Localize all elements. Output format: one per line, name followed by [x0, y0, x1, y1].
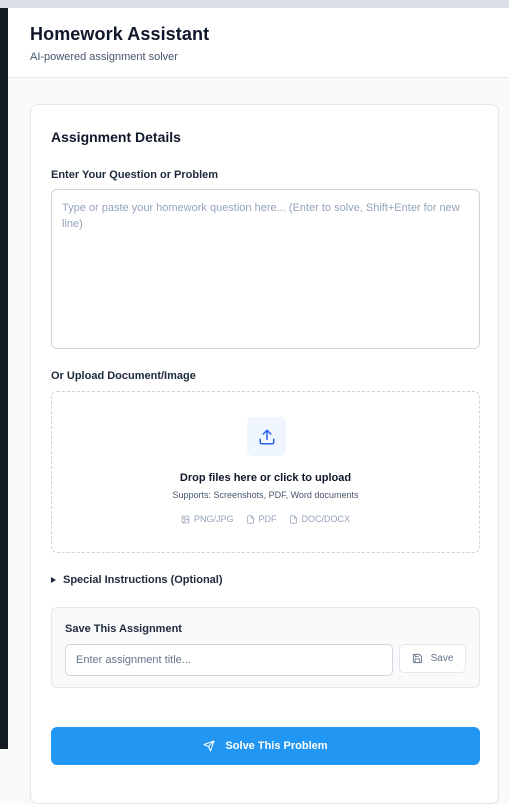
upload-supports-text: Supports: Screenshots, PDF, Word documen… — [172, 490, 359, 500]
save-panel-title: Save This Assignment — [65, 623, 182, 635]
upload-title: Drop files here or click to upload — [179, 472, 352, 484]
assignment-card: Assignment Details Enter Your Question o… — [30, 104, 499, 804]
file-type-pdf: PDF — [246, 514, 277, 524]
special-instructions-toggle[interactable]: Special Instructions (Optional) — [51, 573, 223, 587]
app-header: Homework Assistant AI-powered assignment… — [8, 8, 509, 78]
app-title: Homework Assistant — [30, 24, 210, 44]
file-icon — [246, 514, 254, 524]
file-type-label: PDF — [258, 514, 277, 524]
window-left-edge — [0, 8, 8, 749]
upload-icon — [259, 429, 274, 444]
file-type-label: PNG/JPG — [193, 514, 234, 524]
save-button[interactable]: Save — [399, 644, 466, 673]
save-button-label: Save — [430, 653, 454, 664]
file-icon — [289, 514, 297, 524]
disclosure-triangle-icon — [51, 577, 56, 583]
file-type-label: DOC/DOCX — [301, 514, 351, 524]
upload-icon-container — [247, 417, 286, 456]
solve-problem-button[interactable]: Solve This Problem — [51, 727, 480, 765]
floppy-disk-icon — [412, 653, 422, 664]
assignment-title-input[interactable] — [65, 644, 393, 676]
special-instructions-label: Special Instructions (Optional) — [63, 574, 223, 586]
card-title: Assignment Details — [51, 129, 181, 145]
file-type-png-jpg: PNG/JPG — [181, 514, 234, 524]
question-label: Enter Your Question or Problem — [51, 169, 219, 181]
upload-label: Or Upload Document/Image — [51, 370, 196, 382]
app-subtitle: AI-powered assignment solver — [30, 51, 178, 63]
window-top-strip — [0, 0, 509, 8]
solve-button-label: Solve This Problem — [225, 740, 328, 752]
file-types-list: PNG/JPG PDF DOC/DOCX — [52, 514, 479, 524]
image-icon — [181, 515, 190, 523]
main-content: Assignment Details Enter Your Question o… — [8, 78, 509, 804]
save-assignment-panel: Save This Assignment Save — [51, 607, 480, 688]
file-upload-dropzone[interactable]: Drop files here or click to upload Suppo… — [51, 391, 480, 553]
file-type-doc-docx: DOC/DOCX — [289, 514, 351, 524]
question-textarea[interactable]: Type or paste your homework question her… — [51, 189, 480, 349]
send-icon — [203, 740, 215, 752]
